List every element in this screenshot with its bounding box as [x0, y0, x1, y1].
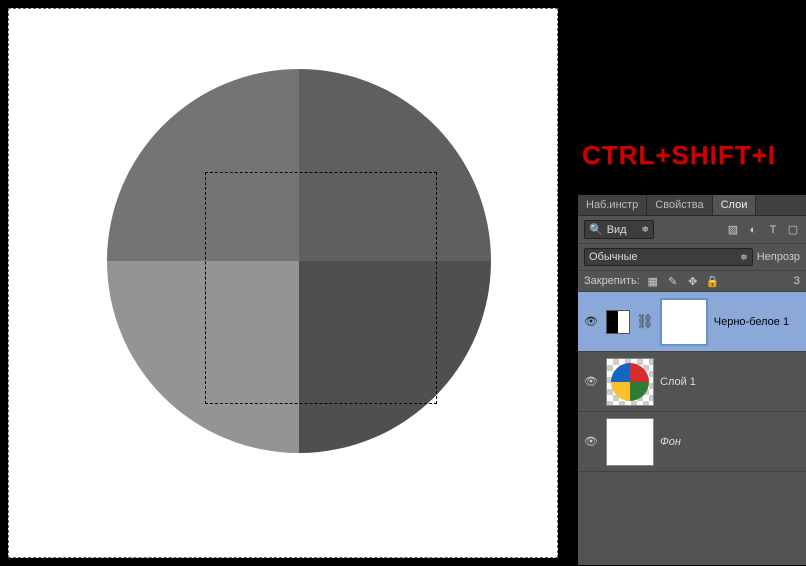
filter-text-icon[interactable]: T: [766, 223, 780, 237]
blend-mode-row: Обычные ≑ Непрозр: [578, 244, 806, 271]
layers-list: 👁 ⛓ Черно-белое 1 👁 Слой 1 👁 Фон: [578, 292, 806, 472]
lock-label: Закрепить:: [584, 275, 640, 287]
tab-properties[interactable]: Свойства: [647, 195, 712, 215]
layer-filter-row: 🔍 Вид ≑ ▨ ◐ T ▢: [578, 216, 806, 244]
visibility-toggle[interactable]: 👁: [582, 315, 600, 328]
tab-toolpresets[interactable]: Наб.инстр: [578, 195, 647, 215]
layer-row-background[interactable]: 👁 Фон: [578, 412, 806, 472]
chevron-down-icon: ≑: [641, 224, 649, 235]
lock-all-icon[interactable]: 🔒: [706, 274, 720, 288]
shortcut-annotation: CTRL+SHIFT+I: [582, 140, 776, 171]
layer-name[interactable]: Слой 1: [660, 376, 802, 388]
filter-label: Вид: [607, 224, 627, 236]
filter-shape-icon[interactable]: ▢: [786, 223, 800, 237]
layers-panel: Наб.инстр Свойства Слои 🔍 Вид ≑ ▨ ◐ T ▢ …: [578, 195, 806, 565]
search-icon: 🔍: [589, 223, 603, 236]
adjustment-icon: [606, 310, 630, 334]
visibility-toggle[interactable]: 👁: [582, 435, 600, 448]
canvas[interactable]: [47, 19, 555, 527]
blend-mode-value: Обычные: [589, 251, 638, 263]
lock-position-icon[interactable]: ✥: [686, 274, 700, 288]
visibility-toggle[interactable]: 👁: [582, 375, 600, 388]
link-mask-icon[interactable]: ⛓: [636, 313, 654, 330]
layer-row-adjustment[interactable]: 👁 ⛓ Черно-белое 1: [578, 292, 806, 352]
tab-layers[interactable]: Слои: [713, 195, 757, 215]
chevron-down-icon: ≑: [740, 252, 748, 263]
lock-row: Закрепить: ▦ ✎ ✥ 🔒 З: [578, 271, 806, 292]
filter-image-icon[interactable]: ▨: [726, 223, 740, 237]
layer-thumb[interactable]: [606, 358, 654, 406]
selection-marquee: [205, 172, 437, 404]
filter-adjustment-icon[interactable]: ◐: [746, 223, 760, 237]
lock-paint-icon[interactable]: ✎: [666, 274, 680, 288]
layer-name[interactable]: Фон: [660, 436, 802, 448]
layer-row-image[interactable]: 👁 Слой 1: [578, 352, 806, 412]
layer-name[interactable]: Черно-белое 1: [714, 316, 802, 328]
layer-thumb[interactable]: [606, 418, 654, 466]
blend-mode-dropdown[interactable]: Обычные ≑: [584, 248, 753, 266]
layer-filter-dropdown[interactable]: 🔍 Вид ≑: [584, 220, 654, 239]
panel-tabs: Наб.инстр Свойства Слои: [578, 195, 806, 216]
opacity-label: Непрозр: [757, 251, 800, 263]
fill-label: З: [793, 275, 800, 287]
lock-transparency-icon[interactable]: ▦: [646, 274, 660, 288]
layer-mask-thumb[interactable]: [660, 298, 708, 346]
canvas-selection-border: [8, 8, 558, 558]
